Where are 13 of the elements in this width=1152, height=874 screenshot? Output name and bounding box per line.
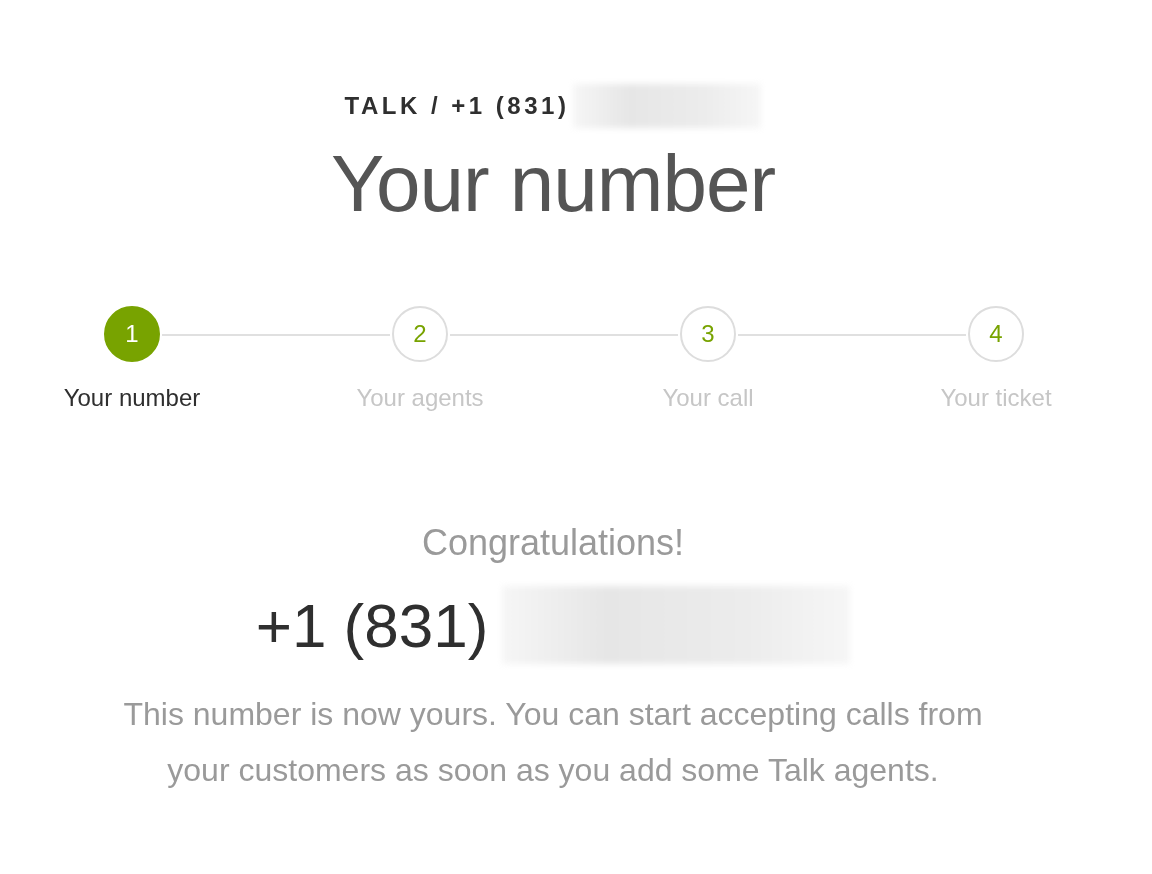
- breadcrumb: TALK / +1 (831): [344, 92, 570, 120]
- step-label: Your agents: [356, 384, 484, 412]
- congratulations-heading: Congratulations!: [420, 522, 686, 564]
- step-label: Your number: [63, 384, 201, 412]
- step-label: Your call: [662, 384, 754, 412]
- confirmation-message: This number is now yours. You can start accepting calls from your customers as soon as you add some Talk agents.: [122, 695, 984, 790]
- page-title: Your number: [329, 144, 777, 224]
- step-circle[interactable]: 3: [680, 306, 736, 362]
- step-circle[interactable]: 1: [104, 306, 160, 362]
- step-circle[interactable]: 4: [968, 306, 1024, 362]
- step-circle[interactable]: 2: [392, 306, 448, 362]
- phone-number: +1 (831): [255, 589, 489, 661]
- step-label: Your ticket: [940, 384, 1052, 412]
